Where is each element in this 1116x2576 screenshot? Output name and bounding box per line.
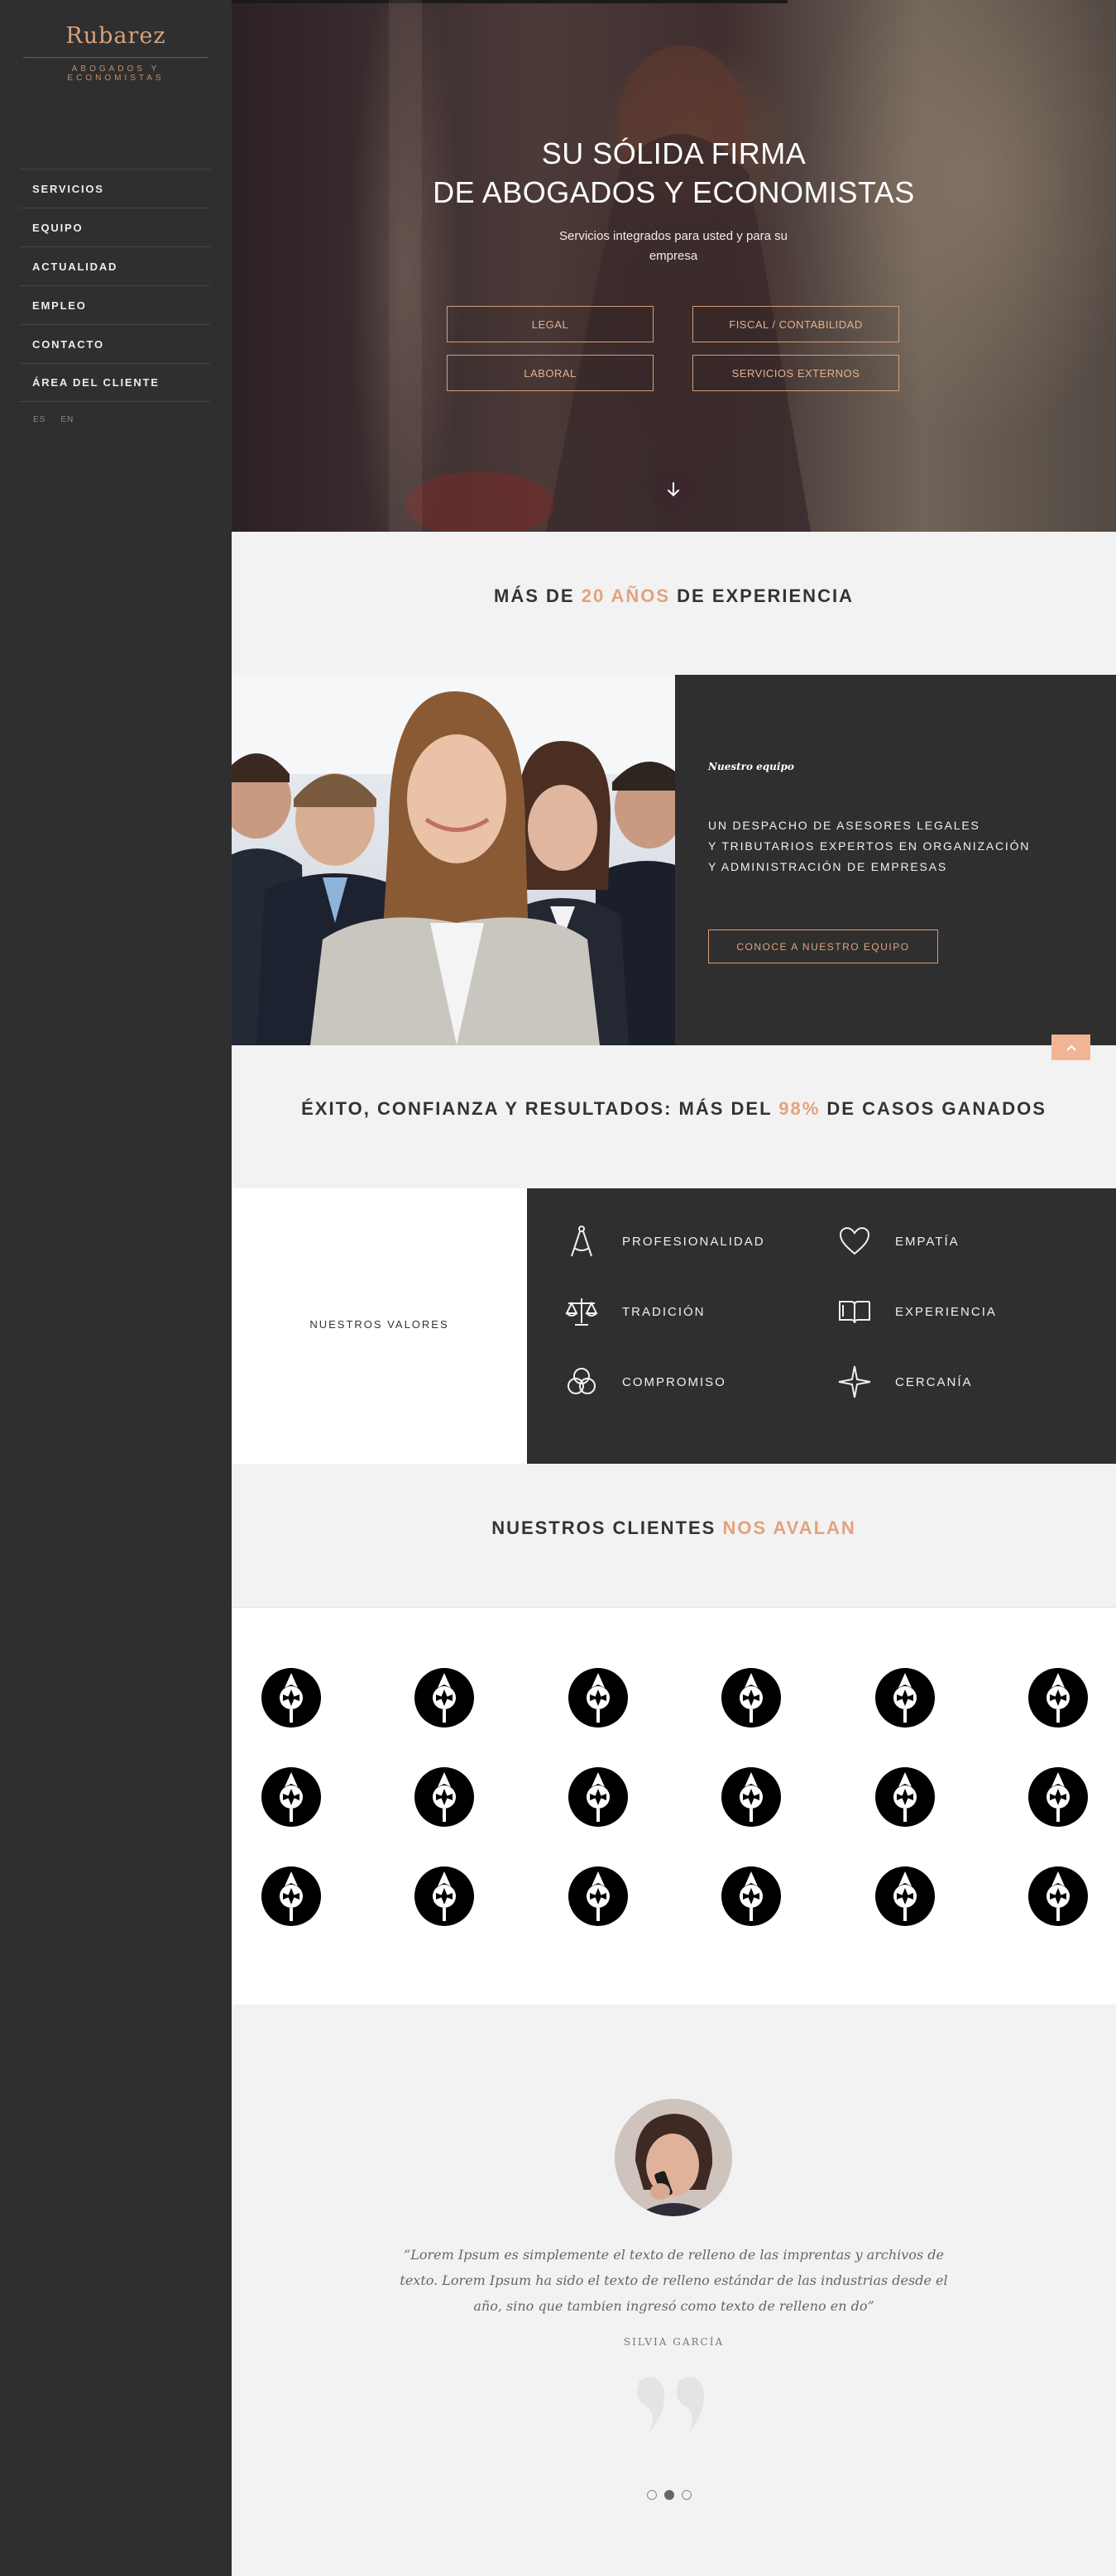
hero-title-line2: DE ABOGADOS Y ECONOMISTAS bbox=[433, 175, 915, 209]
client-logo-icon[interactable] bbox=[721, 1866, 782, 1926]
team-desc-line3: Y ADMINISTRACIÓN DE EMPRESAS bbox=[708, 860, 947, 873]
client-logo-icon[interactable] bbox=[874, 1668, 935, 1728]
pagination-dot[interactable] bbox=[664, 2490, 674, 2500]
client-logo-icon[interactable] bbox=[414, 1668, 475, 1728]
knot-icon bbox=[568, 1368, 596, 1394]
fiscal-button[interactable]: FISCAL / CONTABILIDAD bbox=[692, 306, 899, 342]
nav-item-actualidad[interactable]: ACTUALIDAD bbox=[20, 246, 210, 285]
values-label: NUESTROS VALORES bbox=[309, 1318, 449, 1331]
pagination-dot[interactable] bbox=[647, 2490, 657, 2500]
main-content: SU SÓLIDA FIRMA DE ABOGADOS Y ECONOMISTA… bbox=[232, 0, 1116, 2576]
client-logo-icon[interactable] bbox=[414, 1767, 475, 1827]
clients-highlight: NOS AVALAN bbox=[722, 1517, 856, 1538]
hero-subtitle: Servicios integrados para usted y para s… bbox=[559, 229, 788, 263]
client-logo-icon[interactable] bbox=[568, 1866, 628, 1926]
nav-item-servicios[interactable]: SERVICIOS bbox=[20, 169, 210, 208]
client-logo-icon[interactable] bbox=[874, 1866, 935, 1926]
client-logo-icon[interactable] bbox=[414, 1866, 475, 1926]
client-logo-icon[interactable] bbox=[568, 1767, 628, 1827]
sidebar: Rubarez ABOGADOS Y ECONOMISTAS SERVICIOS… bbox=[0, 0, 232, 2576]
value-experiencia: EXPERIENCIA bbox=[836, 1293, 997, 1330]
team-button[interactable]: CONOCE A NUESTRO EQUIPO bbox=[708, 930, 938, 963]
experience-highlight: 20 AÑOS bbox=[581, 585, 671, 606]
testimonial-author: SILVIA GARCÍA bbox=[623, 2336, 725, 2348]
arrow-down-icon bbox=[668, 482, 679, 497]
success-suffix: DE CASOS GANADOS bbox=[820, 1098, 1047, 1119]
hero-title-line1: SU SÓLIDA FIRMA bbox=[541, 136, 807, 170]
legal-button[interactable]: LEGAL bbox=[447, 306, 654, 342]
logo-tagline: ABOGADOS Y ECONOMISTAS bbox=[67, 65, 165, 83]
experience-heading: MÁS DE 20 AÑOS DE EXPERIENCIA bbox=[232, 585, 1116, 607]
value-label: PROFESIONALIDAD bbox=[622, 1234, 765, 1249]
client-logo-icon[interactable] bbox=[1028, 1866, 1088, 1926]
clients-grid bbox=[232, 1607, 1116, 2005]
lang-en[interactable]: EN bbox=[60, 415, 74, 424]
team-desc-line1: UN DESPACHO DE ASESORES LEGALES bbox=[708, 819, 980, 832]
team-description: UN DESPACHO DE ASESORES LEGALES Y TRIBUT… bbox=[708, 815, 1030, 877]
values-grid: PROFESIONALIDAD EMPATÍA TRADICIÓN EXPERI… bbox=[527, 1188, 1116, 1464]
value-cercania: CERCANÍA bbox=[836, 1364, 973, 1400]
language-switcher: ES EN bbox=[33, 415, 74, 424]
team-desc-line2: Y TRIBUTARIOS EXPERTOS EN ORGANIZACIÓN bbox=[708, 839, 1031, 853]
client-logo-icon[interactable] bbox=[1028, 1668, 1088, 1728]
value-compromiso: COMPROMISO bbox=[563, 1364, 726, 1400]
values-label-panel: NUESTROS VALORES bbox=[232, 1188, 527, 1464]
scales-icon bbox=[565, 1298, 598, 1326]
scroll-down-button[interactable] bbox=[649, 466, 697, 514]
team-panel: Nuestro equipo UN DESPACHO DE ASESORES L… bbox=[675, 675, 1116, 1045]
clients-prefix: NUESTROS CLIENTES bbox=[491, 1517, 723, 1538]
experience-suffix: DE EXPERIENCIA bbox=[670, 585, 854, 606]
nav-item-contacto[interactable]: CONTACTO bbox=[20, 324, 210, 363]
back-to-top-button[interactable] bbox=[1051, 1035, 1090, 1060]
client-logo-icon[interactable] bbox=[261, 1767, 321, 1827]
logo-name: Rubarez bbox=[23, 23, 208, 58]
client-logo-icon[interactable] bbox=[568, 1668, 628, 1728]
star-icon bbox=[838, 1365, 871, 1398]
quote-mark-icon bbox=[636, 2377, 705, 2434]
value-label: CERCANÍA bbox=[895, 1374, 973, 1389]
laboral-button[interactable]: LABORAL bbox=[447, 355, 654, 391]
lang-es[interactable]: ES bbox=[33, 415, 46, 424]
client-logo-icon[interactable] bbox=[1028, 1767, 1088, 1827]
client-logo-icon[interactable] bbox=[261, 1866, 321, 1926]
heart-icon bbox=[839, 1226, 870, 1255]
compass-icon bbox=[571, 1226, 592, 1257]
clients-heading: NUESTROS CLIENTES NOS AVALAN bbox=[232, 1517, 1116, 1539]
value-label: EXPERIENCIA bbox=[895, 1304, 997, 1319]
client-logo-icon[interactable] bbox=[874, 1767, 935, 1827]
pagination-dot[interactable] bbox=[682, 2490, 692, 2500]
team-photo bbox=[232, 675, 675, 1045]
servicios-externos-button[interactable]: SERVICIOS EXTERNOS bbox=[692, 355, 899, 391]
value-profesionalidad: PROFESIONALIDAD bbox=[563, 1223, 765, 1259]
success-highlight: 98% bbox=[778, 1098, 821, 1119]
nav-item-empleo[interactable]: EMPLEO bbox=[20, 285, 210, 324]
client-logo-icon[interactable] bbox=[261, 1668, 321, 1728]
nav-item-equipo[interactable]: EQUIPO bbox=[20, 208, 210, 246]
value-tradicion: TRADICIÓN bbox=[563, 1293, 706, 1330]
experience-prefix: MÁS DE bbox=[494, 585, 582, 606]
hero: SU SÓLIDA FIRMA DE ABOGADOS Y ECONOMISTA… bbox=[232, 0, 1116, 532]
team-label: Nuestro equipo bbox=[708, 761, 794, 772]
value-label: COMPROMISO bbox=[622, 1374, 726, 1389]
testimonial-avatar bbox=[615, 2099, 732, 2216]
value-label: EMPATÍA bbox=[895, 1234, 960, 1249]
testimonial-quote: “Lorem Ipsum es simplemente el texto de … bbox=[400, 2247, 948, 2314]
book-icon bbox=[839, 1301, 870, 1324]
main-nav: SERVICIOS EQUIPO ACTUALIDAD EMPLEO CONTA… bbox=[20, 169, 210, 402]
success-heading: ÉXITO, CONFIANZA Y RESULTADOS: MÁS DEL 9… bbox=[232, 1098, 1116, 1120]
logo[interactable]: Rubarez ABOGADOS Y ECONOMISTAS bbox=[23, 23, 208, 83]
client-logo-icon[interactable] bbox=[721, 1767, 782, 1827]
client-logo-icon[interactable] bbox=[721, 1668, 782, 1728]
value-label: TRADICIÓN bbox=[622, 1304, 706, 1319]
testimonial-pagination bbox=[647, 2490, 692, 2500]
nav-item-area-cliente[interactable]: ÁREA DEL CLIENTE bbox=[20, 363, 210, 402]
chevron-up-icon bbox=[1066, 1044, 1076, 1051]
success-prefix: ÉXITO, CONFIANZA Y RESULTADOS: MÁS DEL bbox=[301, 1098, 779, 1119]
value-empatia: EMPATÍA bbox=[836, 1223, 960, 1259]
